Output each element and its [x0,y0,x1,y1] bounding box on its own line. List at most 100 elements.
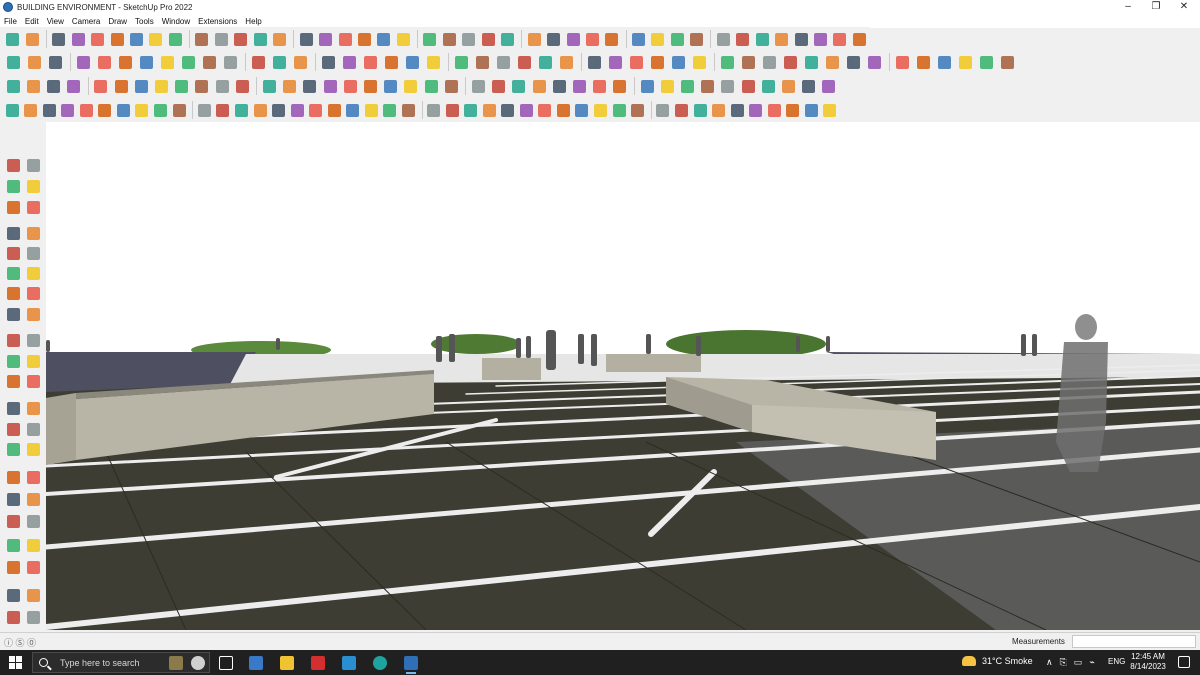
left-tool-button[interactable] [24,558,42,576]
left-tool-button[interactable] [4,372,22,390]
toolbar-tool-button[interactable] [221,53,240,72]
left-tool-button[interactable] [24,420,42,438]
toolbar-tool-button[interactable] [213,77,231,96]
toolbar-tool-button[interactable] [260,77,278,96]
toolbar-tool-button[interactable] [441,30,458,49]
tray-device-icon[interactable]: ⎘ [1060,657,1067,668]
toolbar-tool-button[interactable] [289,101,306,120]
close-button[interactable]: ✕ [1170,0,1198,14]
toolbar-tool-button[interactable] [977,53,996,72]
left-tool-button[interactable] [4,305,22,323]
toolbar-tool-button[interactable] [784,101,801,120]
toolbar-tool-button[interactable] [956,53,975,72]
toolbar-tool-button[interactable] [550,77,568,96]
toolbar-tool-button[interactable] [592,101,609,120]
tray-wifi-icon[interactable]: ⌁ [1089,657,1094,668]
toolbar-tool-button[interactable] [319,53,338,72]
toolbar-tool-button[interactable] [545,30,562,49]
left-tool-button[interactable] [24,331,42,349]
menu-draw[interactable]: Draw [108,17,127,26]
toolbar-tool-button[interactable] [638,77,656,96]
toolbar-tool-button[interactable] [78,101,95,120]
toolbar-tool-button[interactable] [271,30,288,49]
toolbar-tool-button[interactable] [361,53,380,72]
toolbar-tool-button[interactable] [648,53,667,72]
toolbar-tool-button[interactable] [800,77,818,96]
left-tool-button[interactable] [4,177,22,195]
toolbar-tool-button[interactable] [375,30,392,49]
toolbar-tool-button[interactable] [851,30,868,49]
taskbar-widget-icon[interactable] [166,653,186,672]
toolbar-tool-button[interactable] [403,53,422,72]
toolbar-tool-button[interactable] [97,101,114,120]
start-button[interactable] [9,656,22,669]
toolbar-tool-button[interactable] [820,77,838,96]
toolbar-tool-button[interactable] [4,101,21,120]
toolbar-tool-button[interactable] [718,53,737,72]
left-tool-button[interactable] [24,156,42,174]
toolbar-tool-button[interactable] [630,30,647,49]
toolbar-tool-button[interactable] [196,101,213,120]
toolbar-tool-button[interactable] [490,77,508,96]
toolbar-tool-button[interactable] [382,101,399,120]
toolbar-tool-button[interactable] [719,77,737,96]
measurements-input[interactable] [1072,635,1196,648]
toolbar-tool-button[interactable] [46,53,65,72]
toolbar-tool-button[interactable] [65,77,83,96]
toolbar-tool-button[interactable] [137,53,156,72]
toolbar-tool-button[interactable] [831,30,848,49]
left-tool-button[interactable] [4,224,22,242]
toolbar-tool-button[interactable] [802,53,821,72]
toolbar-tool-button[interactable] [297,30,314,49]
toolbar-tool-button[interactable] [4,53,23,72]
toolbar-tool-button[interactable] [44,77,62,96]
taskbar-headset-icon[interactable] [188,653,208,672]
toolbar-tool-button[interactable] [193,77,211,96]
scene-render[interactable] [46,122,1200,630]
toolbar-tool-button[interactable] [893,53,912,72]
left-tool-button[interactable] [4,244,22,262]
toolbar-tool-button[interactable] [92,77,110,96]
left-tool-button[interactable] [4,331,22,349]
toolbar-tool-button[interactable] [500,101,517,120]
toolbar-tool-button[interactable] [25,53,44,72]
toolbar-tool-button[interactable] [108,30,125,49]
menu-help[interactable]: Help [245,17,261,26]
toolbar-tool-button[interactable] [291,53,310,72]
toolbar-tool-button[interactable] [729,101,746,120]
weather-widget[interactable]: 31°C Smoke [962,656,1033,666]
toolbar-tool-button[interactable] [499,30,516,49]
toolbar-tool-button[interactable] [252,101,269,120]
toolbar-tool-button[interactable] [270,101,287,120]
toolbar-tool-button[interactable] [361,77,379,96]
toolbar-tool-button[interactable] [669,53,688,72]
toolbar-tool-button[interactable] [281,77,299,96]
toolbar-tool-button[interactable] [773,30,790,49]
toolbar-tool-button[interactable] [591,77,609,96]
toolbar-tool-button[interactable] [60,101,77,120]
toolbar-tool-button[interactable] [344,101,361,120]
left-tool-button[interactable] [24,608,42,626]
system-clock[interactable]: 12:45 AM 8/14/2023 [1128,652,1168,672]
toolbar-tool-button[interactable] [753,30,770,49]
toolbar-tool-button[interactable] [321,77,339,96]
toolbar-tool-button[interactable] [692,101,709,120]
toolbar-tool-button[interactable] [611,101,628,120]
toolbar-tool-button[interactable] [233,101,250,120]
toolbar-tool-button[interactable] [479,30,496,49]
toolbar-tool-button[interactable] [400,101,417,120]
left-tool-button[interactable] [24,512,42,530]
toolbar-tool-button[interactable] [460,30,477,49]
toolbar-tool-button[interactable] [193,30,210,49]
toolbar-tool-button[interactable] [171,101,188,120]
toolbar-tool-button[interactable] [525,30,542,49]
toolbar-tool-button[interactable] [812,30,829,49]
toolbar-tool-button[interactable] [74,53,93,72]
toolbar-tool-button[interactable] [781,53,800,72]
toolbar-tool-button[interactable] [515,53,534,72]
toolbar-tool-button[interactable] [584,30,601,49]
file-explorer-icon[interactable] [277,653,297,672]
toolbar-tool-button[interactable] [132,77,150,96]
calculator-app-icon[interactable] [246,653,266,672]
toolbar-tool-button[interactable] [669,30,686,49]
